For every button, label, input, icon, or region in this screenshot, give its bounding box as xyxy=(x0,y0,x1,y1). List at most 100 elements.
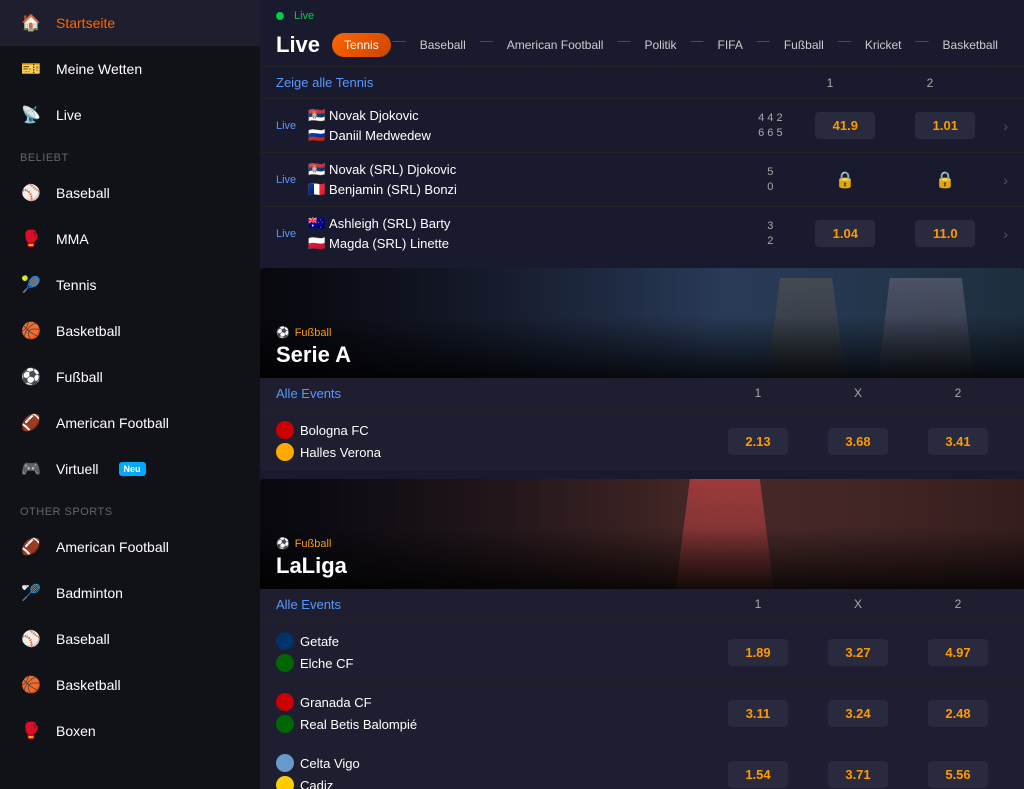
team1-name: Getafe xyxy=(300,634,339,649)
american-football-2-label: American Football xyxy=(56,539,169,555)
boxen-label: Boxen xyxy=(56,723,96,739)
sidebar-item-virtuell[interactable]: 🎮 Virtuell Neu xyxy=(0,446,260,492)
event-odds-btn-2[interactable]: 2.48 xyxy=(928,700,988,727)
event-odds-btn-1[interactable]: 3.11 xyxy=(728,700,788,727)
mma-icon: 🥊 xyxy=(20,228,42,250)
team1-flag: 🇦🇺 xyxy=(308,215,325,232)
match-teams: 🇷🇸 Novak Djokovic 🇷🇺 Daniil Medwedew xyxy=(308,107,745,144)
fussball-icon: ⚽ xyxy=(20,366,42,388)
live-tab-tennis[interactable]: Tennis xyxy=(332,33,391,57)
live-tab-american-football[interactable]: American Football xyxy=(495,33,616,57)
match-live-badge: Live xyxy=(276,120,308,132)
show-all-laliga[interactable]: Alle Events xyxy=(276,597,708,612)
event-odds-1: 1.89 xyxy=(708,639,808,666)
event-team2: Cadiz xyxy=(276,776,708,789)
live-tab-politik[interactable]: Politik xyxy=(632,33,688,57)
live-indicator xyxy=(276,12,284,20)
event-odds-btn-1[interactable]: 2.13 xyxy=(728,428,788,455)
odds-button-1[interactable]: 1.04 xyxy=(815,220,875,247)
sidebar-item-tennis[interactable]: 🎾 Tennis xyxy=(0,262,260,308)
show-all-tennis[interactable]: Zeige alle Tennis xyxy=(276,75,780,90)
sidebar-item-badminton[interactable]: 🏸 Badminton xyxy=(0,570,260,616)
event-odds-btn-1[interactable]: 1.89 xyxy=(728,639,788,666)
sidebar-item-live[interactable]: 📡 Live xyxy=(0,92,260,138)
sidebar-item-fussball[interactable]: ⚽ Fußball xyxy=(0,354,260,400)
sidebar-item-boxen[interactable]: 🥊 Boxen xyxy=(0,708,260,754)
sidebar: 🏠 Startseite 🎫 Meine Wetten 📡 Live Belie… xyxy=(0,0,260,789)
match-score: 5 0 xyxy=(745,166,795,193)
tennis-icon: 🎾 xyxy=(20,274,42,296)
team1-name: 🇷🇸 Novak (SRL) Djokovic xyxy=(308,161,745,178)
event-odds-btn-2[interactable]: 4.97 xyxy=(928,639,988,666)
event-match-teams: Getafe Elche CF xyxy=(276,632,708,672)
chevron-right-icon[interactable]: › xyxy=(1003,118,1008,134)
show-all-serie-a[interactable]: Alle Events xyxy=(276,386,708,401)
live-label: Live xyxy=(56,107,82,123)
event-match-row: Bologna FC Halles Verona 2.13 3.68 3.41 xyxy=(260,410,1024,471)
event-odds-btn-x[interactable]: 3.27 xyxy=(828,639,888,666)
laliga-league-name: LaLiga xyxy=(276,553,1008,579)
sidebar-item-baseball[interactable]: ⚾ Baseball xyxy=(0,170,260,216)
match-teams: 🇦🇺 Ashleigh (SRL) Barty 🇵🇱 Magda (SRL) L… xyxy=(308,215,745,252)
live-tab-kricket[interactable]: Kricket xyxy=(853,33,914,57)
live-tab-fifa[interactable]: FIFA xyxy=(705,33,754,57)
laliga-sport-label: ⚽ Fußball xyxy=(276,537,1008,550)
chevron-right-icon[interactable]: › xyxy=(1003,172,1008,188)
match-score: 4 4 2 6 6 5 xyxy=(745,112,795,139)
sidebar-item-american-football-2[interactable]: 🏈 American Football xyxy=(0,524,260,570)
odds-button-2[interactable]: 11.0 xyxy=(915,220,975,247)
team1-flag: 🇷🇸 xyxy=(308,107,325,124)
sidebar-item-meine-wetten[interactable]: 🎫 Meine Wetten xyxy=(0,46,260,92)
lock-icon: 🔒 xyxy=(835,172,855,189)
live-icon: 📡 xyxy=(20,104,42,126)
col-header-1: 1 xyxy=(780,76,880,90)
laliga-col1: 1 xyxy=(708,597,808,612)
live-status-label: Live xyxy=(294,10,314,22)
fussball-label: Fußball xyxy=(56,369,103,385)
tennis-matches: Live 🇷🇸 Novak Djokovic 🇷🇺 Daniil Medwede… xyxy=(260,98,1024,260)
event-odds-btn-x[interactable]: 3.71 xyxy=(828,761,888,788)
odds-button-2[interactable]: 1.01 xyxy=(915,112,975,139)
serie-a-col1: 1 xyxy=(708,386,808,401)
sidebar-item-startseite[interactable]: 🏠 Startseite xyxy=(0,0,260,46)
event-team1: Getafe xyxy=(276,632,708,650)
startseite-icon: 🏠 xyxy=(20,12,42,34)
lock-icon: 🔒 xyxy=(935,172,955,189)
event-odds-2: 5.56 xyxy=(908,761,1008,788)
sidebar-item-american-football[interactable]: 🏈 American Football xyxy=(0,400,260,446)
chevron-right-icon[interactable]: › xyxy=(1003,226,1008,242)
event-team2: Elche CF xyxy=(276,654,708,672)
team1-name: 🇦🇺 Ashleigh (SRL) Barty xyxy=(308,215,745,232)
live-tabs: Tennis—Baseball—American Football—Politi… xyxy=(332,33,1008,57)
event-odds-btn-x[interactable]: 3.68 xyxy=(828,428,888,455)
event-odds-btn-1[interactable]: 1.54 xyxy=(728,761,788,788)
live-tab-fussball[interactable]: Fußball xyxy=(772,33,836,57)
laliga-card: ⚽ Fußball LaLiga Alle Events 1 X 2 Getaf… xyxy=(260,479,1024,789)
score-team2: 0 xyxy=(767,181,773,193)
event-odds-btn-2[interactable]: 3.41 xyxy=(928,428,988,455)
event-odds-x: 3.27 xyxy=(808,639,908,666)
baseball-icon: ⚾ xyxy=(20,182,42,204)
team2-badge xyxy=(276,776,294,789)
section-label-other: Other sports xyxy=(0,492,260,524)
baseball-2-label: Baseball xyxy=(56,631,110,647)
score-team1: 4 4 2 xyxy=(758,112,782,124)
sidebar-item-basketball-2[interactable]: 🏀 Basketball xyxy=(0,662,260,708)
serie-a-odds-header: Alle Events 1 X 2 xyxy=(260,378,1024,410)
sidebar-item-mma[interactable]: 🥊 MMA xyxy=(0,216,260,262)
event-odds-btn-x[interactable]: 3.24 xyxy=(828,700,888,727)
team1-badge xyxy=(276,632,294,650)
team2-flag: 🇫🇷 xyxy=(308,181,325,198)
sidebar-item-baseball-2[interactable]: ⚾ Baseball xyxy=(0,616,260,662)
sidebar-item-basketball[interactable]: 🏀 Basketball xyxy=(0,308,260,354)
live-tab-basketball[interactable]: Basketball xyxy=(931,33,1008,57)
event-odds-btn-2[interactable]: 5.56 xyxy=(928,761,988,788)
virtuell-icon: 🎮 xyxy=(20,458,42,480)
basketball-icon: 🏀 xyxy=(20,320,42,342)
basketball-2-label: Basketball xyxy=(56,677,121,693)
event-odds-x: 3.71 xyxy=(808,761,908,788)
event-odds-1: 3.11 xyxy=(708,700,808,727)
live-tab-baseball[interactable]: Baseball xyxy=(408,33,478,57)
badminton-icon: 🏸 xyxy=(20,582,42,604)
odds-button-1[interactable]: 41.9 xyxy=(815,112,875,139)
